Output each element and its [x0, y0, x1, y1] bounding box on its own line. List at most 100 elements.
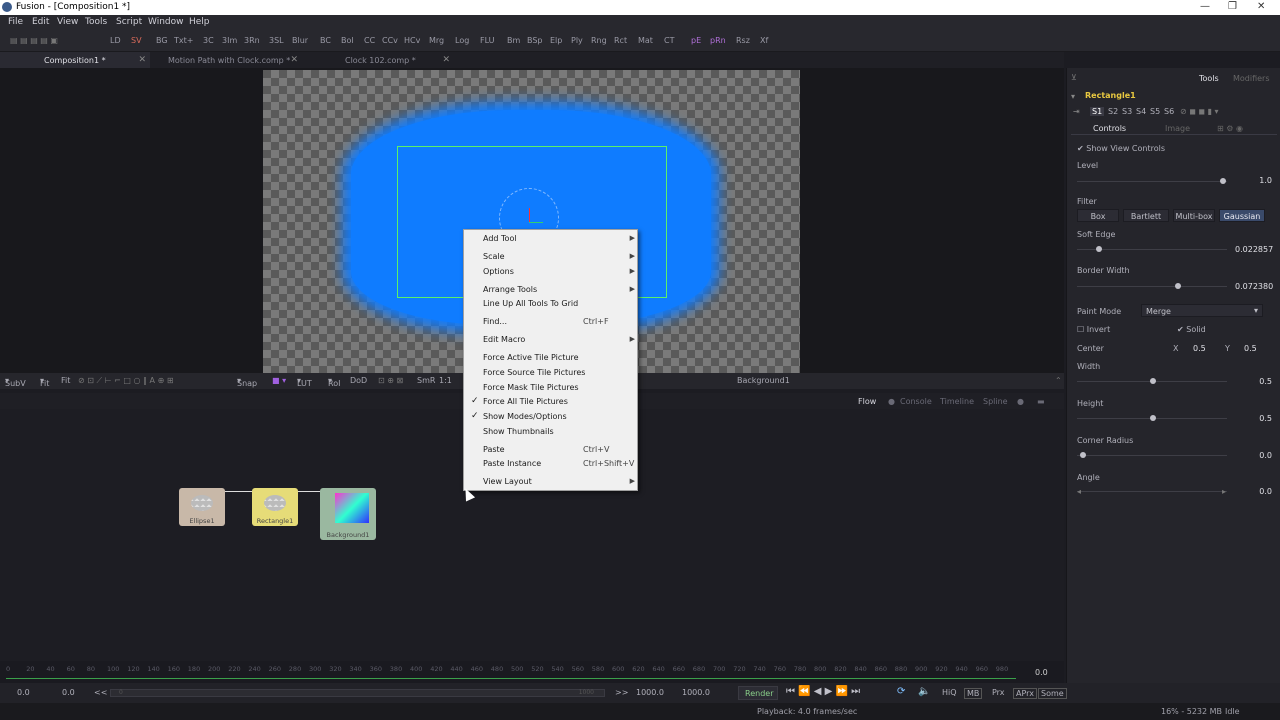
- expand-arrow-icon[interactable]: ▾: [1071, 92, 1075, 101]
- tab-timeline[interactable]: Timeline: [940, 397, 974, 406]
- corner-radius-value[interactable]: 0.0: [1232, 451, 1272, 460]
- border-width-value[interactable]: 0.072380: [1232, 282, 1279, 291]
- dod-button[interactable]: DoD: [350, 376, 367, 385]
- menu-item-scale[interactable]: Scale ▶: [464, 250, 639, 264]
- tool-sv[interactable]: SV: [131, 36, 142, 45]
- menu-item-arrange-tools[interactable]: Arrange Tools ▶: [464, 283, 639, 297]
- tab-composition1[interactable]: Composition1 * ✕: [0, 52, 150, 68]
- menu-item-force-mask[interactable]: Force Mask Tile Pictures: [464, 381, 639, 395]
- smr-button[interactable]: SmR: [417, 376, 435, 385]
- tool-cc[interactable]: CC: [364, 36, 375, 45]
- close-tab-icon[interactable]: ✕: [290, 55, 298, 65]
- tool-ccv[interactable]: CCv: [382, 36, 398, 45]
- y-axis-handle[interactable]: [529, 208, 530, 222]
- angle-left-arrow-icon[interactable]: ◂: [1077, 487, 1081, 496]
- mb-button[interactable]: MB: [964, 688, 983, 699]
- filter-bartlett[interactable]: Bartlett: [1123, 209, 1169, 222]
- menu-help[interactable]: Help: [189, 17, 210, 27]
- tool-bc[interactable]: BC: [320, 36, 331, 45]
- range-slider[interactable]: 0 1000: [110, 689, 605, 697]
- render-button[interactable]: Render: [738, 686, 778, 700]
- invert-checkbox[interactable]: ☐ Invert: [1077, 325, 1110, 334]
- tool-pe[interactable]: pE: [691, 36, 701, 45]
- tab-console[interactable]: Console: [900, 397, 932, 406]
- timeline-ruler[interactable]: 0 20 40 60 80 100 120 140 160 180 200 220 240 260 280 3…: [0, 661, 1064, 683]
- tool-bol[interactable]: Bol: [341, 36, 354, 45]
- menu-file[interactable]: File: [8, 17, 23, 27]
- close-tab-icon[interactable]: ✕: [442, 55, 450, 65]
- slot-s5[interactable]: S5: [1150, 107, 1160, 116]
- tool-bsp[interactable]: BSp: [527, 36, 543, 45]
- tool-txt[interactable]: Txt+: [174, 36, 193, 45]
- collapse-icon[interactable]: ⊻: [1071, 73, 1077, 82]
- expand-icon[interactable]: ⌃: [1055, 376, 1062, 385]
- tool-name[interactable]: Rectangle1: [1085, 91, 1136, 100]
- tool-options-icon[interactable]: ⊘ ◼ ◼ ▮ ▾: [1180, 107, 1219, 116]
- filter-box[interactable]: Box: [1077, 209, 1119, 222]
- tool-3c[interactable]: 3C: [203, 36, 214, 45]
- angle-value[interactable]: 0.0: [1232, 487, 1272, 496]
- tool-rsz[interactable]: Rsz: [736, 36, 750, 45]
- tool-blur[interactable]: Blur: [292, 36, 308, 45]
- tool-prn[interactable]: pRn: [710, 36, 726, 45]
- node-rectangle1[interactable]: Rectangle1: [252, 488, 298, 526]
- filter-multibox[interactable]: Multi-box: [1173, 209, 1215, 222]
- close-icon[interactable]: ✕: [1257, 1, 1265, 12]
- hiq-button[interactable]: HiQ: [942, 688, 957, 697]
- menu-item-view-layout[interactable]: View Layout ▶: [464, 475, 639, 489]
- menu-item-edit-macro[interactable]: Edit Macro ▶: [464, 333, 639, 347]
- tool-flu[interactable]: FLU: [480, 36, 495, 45]
- slot-s1[interactable]: S1: [1090, 107, 1105, 116]
- soft-edge-value[interactable]: 0.022857: [1232, 245, 1279, 254]
- center-x-value[interactable]: 0.5: [1193, 344, 1206, 353]
- aprx-button[interactable]: APrx: [1013, 688, 1037, 699]
- solid-checkbox[interactable]: ✔ Solid: [1177, 325, 1206, 334]
- close-tab-icon[interactable]: ✕: [138, 55, 146, 65]
- tab-clock[interactable]: Clock 102.comp * ✕: [304, 52, 454, 68]
- some-button[interactable]: Some: [1038, 688, 1067, 699]
- menu-item-add-tool[interactable]: Add Tool ▶: [464, 232, 639, 246]
- level-slider[interactable]: [1077, 181, 1227, 182]
- lut-button[interactable]: LUT ▾: [297, 376, 312, 388]
- fit-button[interactable]: Fit: [61, 376, 70, 385]
- angle-slider[interactable]: [1077, 491, 1227, 492]
- render-start-field[interactable]: 0.0: [62, 688, 75, 697]
- info-icon[interactable]: ●: [1017, 397, 1024, 406]
- layout-icon[interactable]: ▤ ▤ ▤ ▤ ▣: [10, 36, 58, 45]
- subtab-controls[interactable]: Controls: [1093, 124, 1126, 133]
- lock-icon[interactable]: ⊡ ⊕ ⊠: [378, 376, 403, 385]
- menu-item-force-all[interactable]: ✓ Force All Tile Pictures: [464, 395, 639, 409]
- tool-3im[interactable]: 3Im: [222, 36, 237, 45]
- corner-radius-knob[interactable]: [1080, 452, 1086, 458]
- subv-button[interactable]: SubV ▾: [5, 376, 26, 388]
- tool-rct[interactable]: Rct: [614, 36, 627, 45]
- node-background1[interactable]: Background1: [320, 488, 376, 540]
- snap-button[interactable]: Snap ▾: [237, 376, 257, 388]
- global-end-field[interactable]: 1000.0: [682, 688, 710, 697]
- angle-right-arrow-icon[interactable]: ▸: [1222, 487, 1226, 496]
- ratio-button[interactable]: 1:1: [439, 376, 452, 385]
- soft-edge-knob[interactable]: [1096, 246, 1102, 252]
- border-width-slider[interactable]: [1077, 286, 1227, 287]
- tool-elp[interactable]: Elp: [550, 36, 562, 45]
- menu-script[interactable]: Script: [116, 17, 142, 27]
- settings-icon[interactable]: ⊞ ⚙ ◉: [1217, 124, 1243, 133]
- tab-motion-path[interactable]: Motion Path with Clock.comp * ✕: [152, 52, 302, 68]
- slot-s3[interactable]: S3: [1122, 107, 1132, 116]
- menu-item-paste-instance[interactable]: Paste Instance Ctrl+Shift+V: [464, 457, 639, 471]
- color-swatch-icon[interactable]: ■ ▾: [272, 376, 286, 385]
- subtab-image[interactable]: Image: [1165, 124, 1190, 133]
- audio-icon[interactable]: 🔈: [918, 686, 930, 697]
- paint-mode-dropdown[interactable]: Merge ▾: [1141, 304, 1263, 317]
- slot-s4[interactable]: S4: [1136, 107, 1146, 116]
- menu-item-line-up[interactable]: Line Up All Tools To Grid: [464, 297, 639, 311]
- global-start-field[interactable]: 0.0: [17, 688, 30, 697]
- menu-item-force-active[interactable]: Force Active Tile Picture: [464, 351, 639, 365]
- filter-gaussian[interactable]: Gaussian: [1219, 209, 1265, 222]
- viewer-tools-icon[interactable]: ⊘ ⊡ ⟋ ⊢ ⌐ □ ○ ‖ A ⊕ ⊞: [78, 376, 174, 386]
- menu-item-force-source[interactable]: Force Source Tile Pictures: [464, 366, 639, 380]
- node-ellipse1[interactable]: Ellipse1: [179, 488, 225, 526]
- playback-controls[interactable]: ⏮ ⏪ ◀ ▶ ⏩ ⏭: [786, 686, 860, 697]
- tool-hcv[interactable]: HCv: [404, 36, 420, 45]
- pin-icon[interactable]: ⇥: [1073, 107, 1080, 116]
